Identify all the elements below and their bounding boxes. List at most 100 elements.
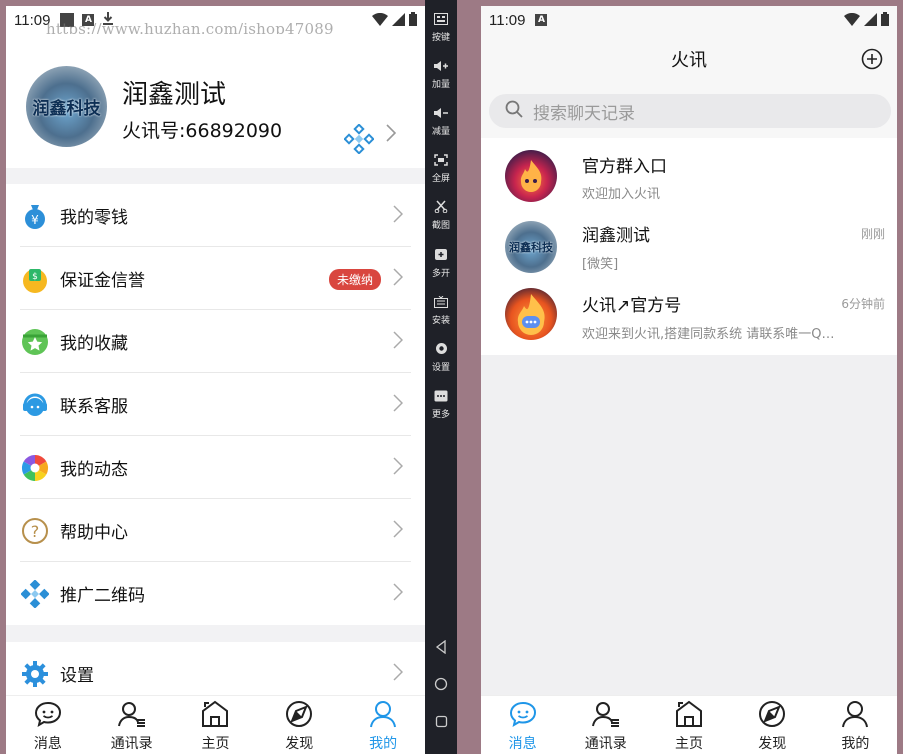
tab-contacts[interactable]: 通讯录 [90,696,174,754]
discover-icon [757,700,787,732]
menu-item-promo-qr[interactable]: 推广二维码 [6,562,425,625]
menu-item-moments[interactable]: 我的动态 [6,436,425,499]
moments-icon [20,453,50,483]
money-bag-icon: ¥ [20,201,50,231]
emulator-toolbar: 按键 加量 减量 全屏 截图 多开 安装 设置 更多 [425,0,457,754]
add-plus-icon[interactable] [861,48,883,74]
status-time: 11:09 [14,11,51,29]
battery-icon [881,12,889,30]
bottom-tab-bar: 消息 通讯录 主页 发现 我的 [481,695,897,754]
status-badge: 未缴纳 [328,269,381,290]
tab-label: 主页 [201,736,230,752]
menu-item-deposit[interactable]: $ 保证金信誉 未缴纳 [6,247,425,310]
chevron-right-icon [393,583,404,605]
chevron-right-icon [393,205,404,227]
chat-last-message: [微笑] [582,257,619,272]
avatar-logo-text: 润鑫科技 [32,99,101,119]
tab-messages[interactable]: 消息 [481,696,564,754]
section-divider [6,625,425,642]
screenshot-icon [434,198,448,217]
chat-last-message: 欢迎加入火讯 [582,187,661,202]
app-notification-icon: A [535,14,548,26]
message-icon [508,700,538,732]
tab-discover[interactable]: 发现 [731,696,814,754]
tab-profile[interactable]: 我的 [814,696,897,754]
message-icon [33,700,63,732]
chat-name: 官方群入口 [582,157,667,177]
toolbar-screenshot-button[interactable]: 截图 [425,198,457,231]
nav-back-button[interactable] [425,639,457,658]
tab-label: 消息 [508,736,537,752]
chat-item-official-account[interactable]: 火讯↗官方号 欢迎来到火讯,搭建同款系统 请联系唯一Q… 6分钟前 [481,281,897,355]
nav-home-button[interactable] [425,676,457,695]
avatar [505,150,557,202]
tab-home[interactable]: 主页 [174,696,258,754]
settings-icon [435,340,448,359]
tab-label: 我的 [369,736,398,752]
chat-time: 6分钟前 [841,297,885,311]
avatar[interactable]: 润鑫科技 [26,66,107,147]
page-title: 火讯 [671,50,707,71]
chevron-right-icon [393,457,404,479]
tab-discover[interactable]: 发现 [257,696,341,754]
toolbar-keymap-button[interactable]: 按键 [425,10,457,43]
home-icon [674,700,704,732]
avatar [505,288,557,340]
install-icon [434,293,448,312]
tab-label: 发现 [758,736,787,752]
section-divider [6,168,425,184]
menu-item-favorites[interactable]: 我的收藏 [6,310,425,373]
favorites-icon [20,327,50,357]
toolbar-install-button[interactable]: 安装 [425,293,457,326]
tab-home[interactable]: 主页 [647,696,730,754]
tab-profile[interactable]: 我的 [341,696,425,754]
signal-icon [864,12,877,30]
profile-icon [840,700,870,732]
tab-messages[interactable]: 消息 [6,696,90,754]
back-triangle-icon [435,639,447,658]
toolbar-more-button[interactable]: 更多 [425,387,457,420]
fullscreen-icon [434,151,448,170]
menu-item-wallet[interactable]: ¥ 我的零钱 [6,184,425,247]
contacts-icon [117,700,147,732]
menu-item-help[interactable]: ? 帮助中心 [6,499,425,562]
toolbar-volume-down-button[interactable]: 减量 [425,104,457,137]
toolbar-label: 多开 [431,269,450,279]
qr-code-icon[interactable] [343,123,375,158]
chat-name: 火讯↗官方号 [582,296,682,316]
chat-item-runxin-test[interactable]: 润鑫科技 润鑫测试 [微笑] 刚刚 [481,211,897,281]
toolbar-fullscreen-button[interactable]: 全屏 [425,151,457,184]
menu-item-label: 我的零钱 [60,208,128,228]
user-name: 润鑫测试 [122,80,227,110]
menu-item-label: 保证金信誉 [60,271,145,291]
tab-label: 通讯录 [584,736,627,752]
toolbar-label: 按键 [431,33,450,43]
toolbar-label: 截图 [431,221,450,231]
toolbar-volume-up-button[interactable]: 加量 [425,57,457,90]
tab-label: 发现 [285,736,314,752]
menu-item-customer-service[interactable]: 联系客服 [6,373,425,436]
tab-contacts[interactable]: 通讯录 [564,696,647,754]
tab-label: 主页 [675,736,703,752]
profile-card[interactable]: 润鑫科技 润鑫测试 火讯号:66892090 [6,34,425,168]
svg-text:$: $ [32,272,38,282]
chat-time: 刚刚 [860,227,885,241]
avatar-logo-text: 润鑫科技 [509,241,553,254]
toolbar-label: 安装 [431,316,450,326]
home-icon [200,700,230,732]
toolbar-settings-button[interactable]: 设置 [425,340,457,373]
chat-item-official-group[interactable]: 官方群入口 欢迎加入火讯 [481,138,897,211]
search-placeholder: 搜索聊天记录 [533,103,635,124]
nav-recents-button[interactable] [425,713,457,732]
toolbar-multi-instance-button[interactable]: 多开 [425,246,457,279]
menu-item-label: 设置 [60,666,94,686]
more-icon [434,387,448,406]
search-input[interactable]: 搜索聊天记录 [489,94,891,128]
chat-list: 官方群入口 欢迎加入火讯 润鑫科技 润鑫测试 [微笑] 刚刚 火讯↗官方号 欢迎… [481,138,897,355]
wifi-icon [844,12,860,30]
app-header: 11:09 A 火讯 [481,6,897,84]
status-bar: 11:09 A https://www.huzhan.com/ishop4708… [6,6,425,38]
signal-icon [392,12,405,30]
menu-item-label: 帮助中心 [60,523,128,543]
multi-instance-icon [434,246,448,265]
